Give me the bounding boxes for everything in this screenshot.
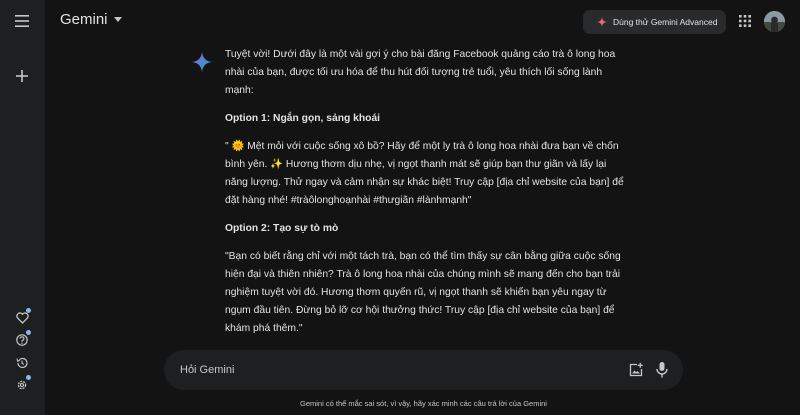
upload-image-button[interactable] bbox=[628, 362, 644, 378]
option2-text: "Bạn có biết rằng chỉ với một tách trà, … bbox=[225, 251, 621, 334]
activity-button[interactable] bbox=[10, 351, 34, 375]
sidebar bbox=[0, 0, 45, 415]
notification-dot bbox=[26, 308, 31, 313]
microphone-button[interactable] bbox=[654, 361, 670, 379]
settings-icon bbox=[17, 380, 27, 390]
avatar-image bbox=[764, 11, 785, 32]
settings-button[interactable] bbox=[10, 373, 34, 397]
apps-grid-icon bbox=[739, 15, 751, 27]
gemini-spark-icon bbox=[192, 52, 212, 72]
mic-icon bbox=[656, 362, 668, 378]
history-icon bbox=[16, 357, 28, 369]
chevron-down-icon bbox=[113, 17, 122, 22]
prompt-bar bbox=[164, 350, 683, 390]
plus-icon bbox=[16, 70, 28, 82]
app-title: Gemini bbox=[60, 11, 108, 28]
gem-heart-icon bbox=[15, 312, 29, 324]
disclaimer: Gemini có thể mắc sai sót, vì vậy, hãy x… bbox=[300, 399, 547, 408]
option1-text: " 🌞 Mệt mỏi với cuộc sống xô bồ? Hãy để … bbox=[225, 141, 624, 206]
top-bar: Gemini Dùng thử Gemini Advanced bbox=[45, 0, 800, 42]
response-intro: Tuyệt vời! Dưới đây là một vài gợi ý cho… bbox=[225, 49, 616, 96]
try-advanced-label: Dùng thử Gemini Advanced bbox=[613, 17, 718, 27]
response-message: Tuyệt vời! Dưới đây là một vài gợi ý cho… bbox=[225, 46, 625, 348]
apps-button[interactable] bbox=[736, 12, 754, 30]
help-icon bbox=[16, 334, 28, 346]
avatar[interactable] bbox=[764, 11, 785, 32]
model-switcher[interactable]: Gemini bbox=[60, 11, 122, 28]
prompt-input[interactable] bbox=[180, 350, 600, 390]
option1-heading: Option 1: Ngắn gọn, sảng khoái bbox=[225, 113, 381, 124]
gems-button[interactable] bbox=[10, 306, 34, 330]
option2-heading: Option 2: Tạo sự tò mò bbox=[225, 223, 339, 234]
notification-dot bbox=[26, 375, 31, 380]
spark-icon bbox=[597, 17, 607, 27]
menu-button[interactable] bbox=[10, 9, 34, 33]
menu-icon bbox=[15, 15, 29, 27]
help-button[interactable] bbox=[10, 328, 34, 352]
try-advanced-button[interactable]: Dùng thử Gemini Advanced bbox=[583, 10, 726, 34]
new-chat-button[interactable] bbox=[10, 64, 34, 88]
notification-dot bbox=[26, 330, 31, 335]
add-image-icon bbox=[629, 362, 643, 377]
